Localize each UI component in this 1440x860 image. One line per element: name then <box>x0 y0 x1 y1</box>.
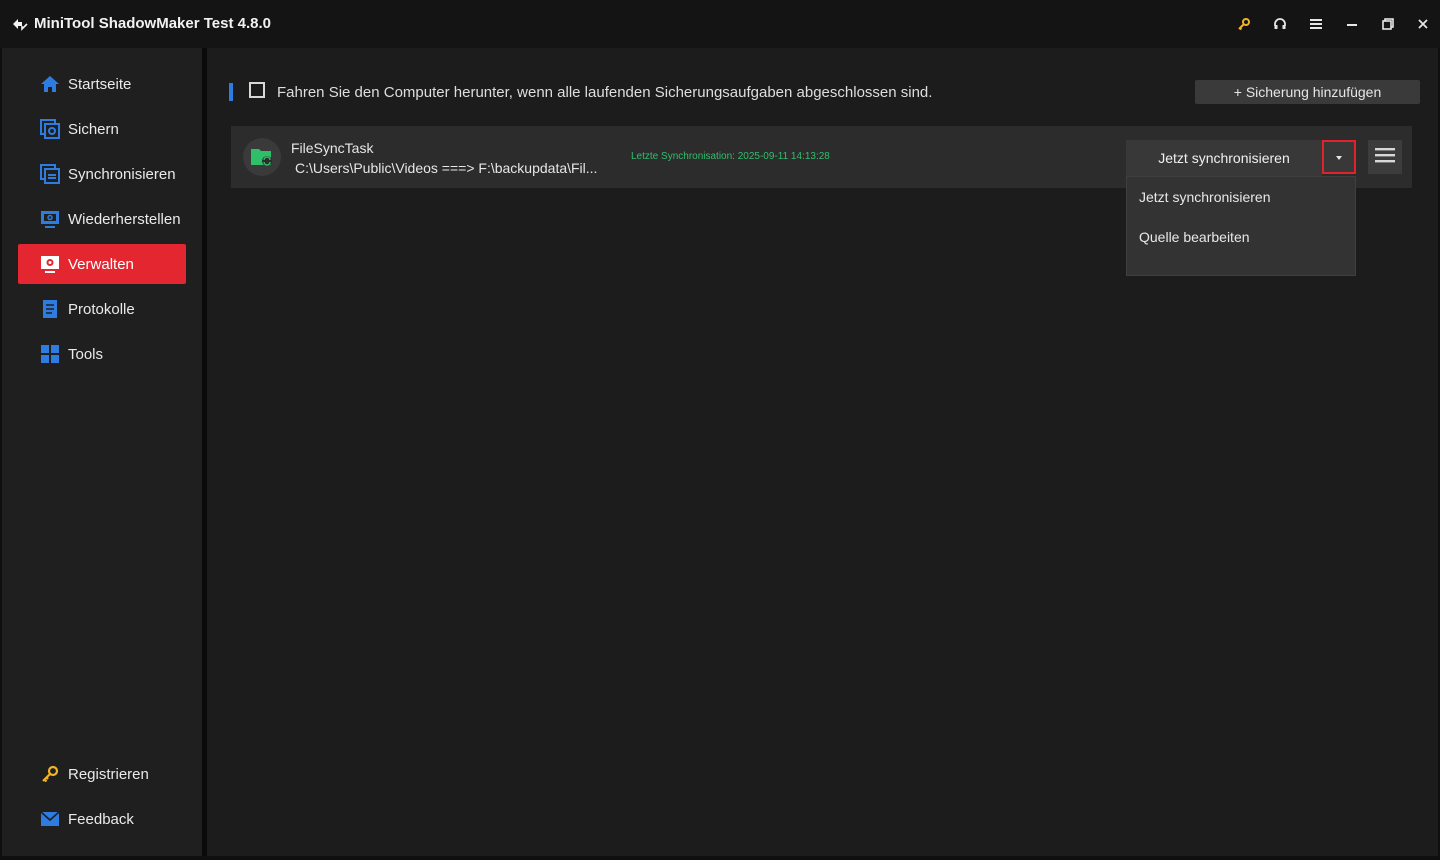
dropdown-item-edit-source[interactable]: Quelle bearbeiten <box>1127 219 1355 255</box>
mail-icon <box>40 809 60 829</box>
task-menu-button[interactable] <box>1368 140 1402 174</box>
restore-icon[interactable] <box>1376 12 1400 36</box>
menu-icon[interactable] <box>1304 12 1328 36</box>
task-name: FileSyncTask <box>291 140 374 156</box>
sidebar-item-verwalten[interactable]: Verwalten <box>18 244 186 284</box>
logs-icon <box>40 299 60 319</box>
sidebar: Startseite Sichern Synchronisieren Wiede… <box>2 48 202 856</box>
close-icon[interactable] <box>1411 12 1435 36</box>
last-sync-status: Letzte Synchronisation: 2025-09-11 14:13… <box>631 151 830 162</box>
sync-options-dropdown: Jetzt synchronisieren Quelle bearbeiten <box>1126 176 1356 276</box>
sidebar-item-registrieren[interactable]: Registrieren <box>18 754 186 794</box>
caret-down-icon <box>1335 148 1343 166</box>
minimize-icon[interactable] <box>1340 12 1364 36</box>
shutdown-checkbox-label: Fahren Sie den Computer herunter, wenn a… <box>277 84 933 101</box>
sync-options-dropdown-toggle[interactable] <box>1322 140 1356 174</box>
sidebar-item-label: Synchronisieren <box>68 165 176 183</box>
section-accent-bar <box>229 83 233 101</box>
sidebar-item-label: Feedback <box>68 810 134 828</box>
sidebar-item-label: Wiederherstellen <box>68 210 181 228</box>
sidebar-item-sichern[interactable]: Sichern <box>18 109 186 149</box>
folder-sync-icon <box>243 138 281 176</box>
app-title: MiniTool ShadowMaker Test 4.8.0 <box>34 15 271 32</box>
sidebar-item-label: Protokolle <box>68 300 135 318</box>
sidebar-item-label: Tools <box>68 345 104 363</box>
dropdown-item-sync-now[interactable]: Jetzt synchronisieren <box>1127 179 1355 215</box>
hamburger-icon <box>1375 147 1395 168</box>
tools-icon <box>40 344 60 364</box>
key-icon[interactable] <box>1232 12 1256 36</box>
key-icon <box>40 764 60 784</box>
app-logo-icon <box>10 14 30 34</box>
home-icon <box>40 74 60 94</box>
manage-icon <box>40 254 60 274</box>
sync-now-button[interactable]: Jetzt synchronisieren <box>1126 140 1322 176</box>
add-backup-button[interactable]: + Sicherung hinzufügen <box>1195 80 1420 104</box>
shutdown-checkbox[interactable] <box>249 82 265 98</box>
restore-monitor-icon <box>40 209 60 229</box>
sidebar-item-protokolle[interactable]: Protokolle <box>18 289 186 329</box>
sidebar-item-label: Registrieren <box>68 765 149 783</box>
sidebar-item-label: Sichern <box>68 120 119 138</box>
sync-icon <box>40 164 60 184</box>
headset-icon[interactable] <box>1268 12 1292 36</box>
sidebar-item-wiederherstellen[interactable]: Wiederherstellen <box>18 199 186 239</box>
sidebar-item-synchronisieren[interactable]: Synchronisieren <box>18 154 186 194</box>
task-path: C:\Users\Public\Videos ===> F:\backupdat… <box>295 160 598 176</box>
title-bar: MiniTool ShadowMaker Test 4.8.0 <box>0 0 1440 48</box>
sidebar-item-label: Verwalten <box>68 255 134 273</box>
sidebar-item-label: Startseite <box>68 75 132 93</box>
sidebar-item-startseite[interactable]: Startseite <box>18 64 186 104</box>
backup-icon <box>40 119 60 139</box>
sidebar-item-feedback[interactable]: Feedback <box>18 799 186 839</box>
sidebar-item-tools[interactable]: Tools <box>18 334 186 374</box>
main-panel: Fahren Sie den Computer herunter, wenn a… <box>207 48 1438 856</box>
